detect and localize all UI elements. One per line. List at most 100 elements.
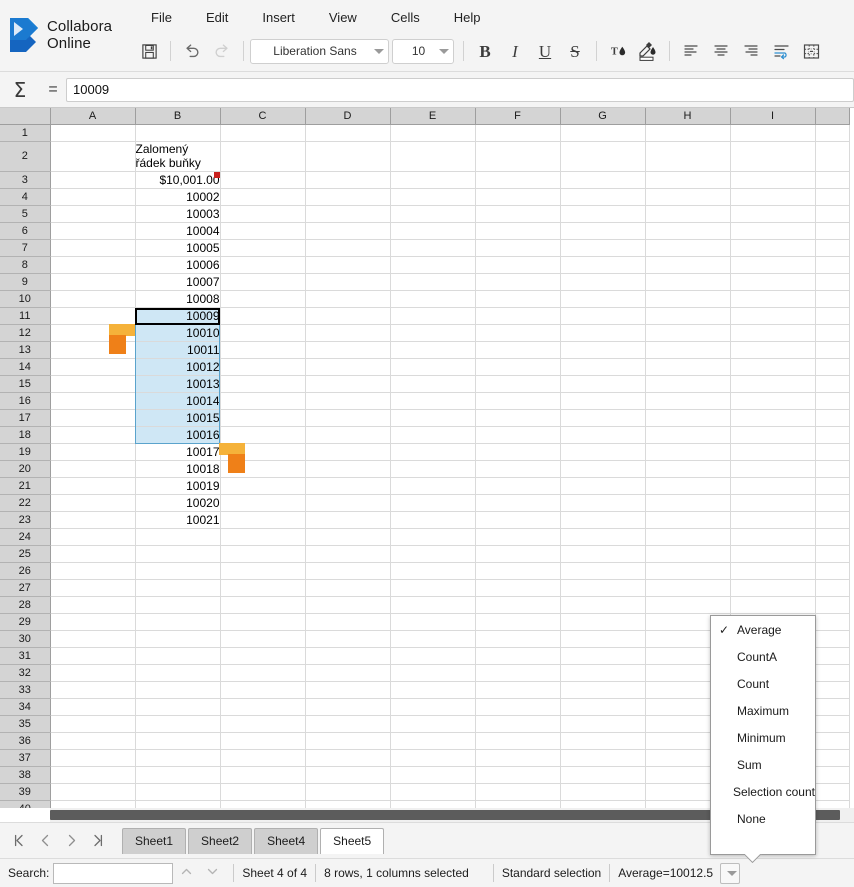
cell-C24[interactable] (220, 528, 306, 546)
cell-B17[interactable]: 10015 (135, 409, 221, 427)
cell-G25[interactable] (560, 545, 646, 563)
row-header-15[interactable]: 15 (0, 375, 51, 393)
cell-F4[interactable] (475, 188, 561, 206)
redo-button[interactable] (207, 36, 237, 66)
cell-F39[interactable] (475, 783, 561, 801)
row-header-30[interactable]: 30 (0, 630, 51, 648)
row-header-14[interactable]: 14 (0, 358, 51, 376)
cell-extra[interactable] (815, 749, 850, 767)
cell-B11[interactable]: 10009 (135, 307, 221, 325)
cell-H18[interactable] (645, 426, 731, 444)
cell-D2[interactable] (305, 141, 391, 172)
row-header-2[interactable]: 2 (0, 141, 51, 172)
cell-extra[interactable] (815, 545, 850, 563)
cell-D20[interactable] (305, 460, 391, 478)
menu-item-edit[interactable]: Edit (189, 8, 245, 27)
cell-H12[interactable] (645, 324, 731, 342)
selection-handle-bottom-right[interactable] (219, 443, 245, 477)
strikethrough-button[interactable]: S (560, 36, 590, 66)
cell-F16[interactable] (475, 392, 561, 410)
last-sheet-button[interactable] (84, 828, 110, 854)
cell-C28[interactable] (220, 596, 306, 614)
cell-D9[interactable] (305, 273, 391, 291)
cell-I4[interactable] (730, 188, 816, 206)
cell-E22[interactable] (390, 494, 476, 512)
cell-I27[interactable] (730, 579, 816, 597)
cell-extra[interactable] (815, 290, 850, 308)
cell-extra[interactable] (815, 392, 850, 410)
cell-G33[interactable] (560, 681, 646, 699)
cell-D14[interactable] (305, 358, 391, 376)
underline-button[interactable]: U (530, 36, 560, 66)
cell-F26[interactable] (475, 562, 561, 580)
cell-I6[interactable] (730, 222, 816, 240)
cell-F17[interactable] (475, 409, 561, 427)
cell-H10[interactable] (645, 290, 731, 308)
cell-I21[interactable] (730, 477, 816, 495)
cell-F40[interactable] (475, 800, 561, 808)
cell-B4[interactable]: 10002 (135, 188, 221, 206)
cell-I14[interactable] (730, 358, 816, 376)
column-header-I[interactable]: I (730, 108, 816, 125)
row-header-25[interactable]: 25 (0, 545, 51, 563)
cell-extra[interactable] (815, 358, 850, 376)
summary-menu-item-count[interactable]: Count (711, 670, 815, 697)
cell-A18[interactable] (50, 426, 136, 444)
cell-G6[interactable] (560, 222, 646, 240)
cell-extra[interactable] (815, 460, 850, 478)
cell-B27[interactable] (135, 579, 221, 597)
cell-D37[interactable] (305, 749, 391, 767)
cell-F30[interactable] (475, 630, 561, 648)
cell-C15[interactable] (220, 375, 306, 393)
cell-I11[interactable] (730, 307, 816, 325)
bold-button[interactable]: B (470, 36, 500, 66)
cell-F9[interactable] (475, 273, 561, 291)
cell-D1[interactable] (305, 124, 391, 142)
cell-extra[interactable] (815, 511, 850, 529)
cell-H4[interactable] (645, 188, 731, 206)
cell-G23[interactable] (560, 511, 646, 529)
cell-B10[interactable]: 10008 (135, 290, 221, 308)
cell-extra[interactable] (815, 596, 850, 614)
cell-E29[interactable] (390, 613, 476, 631)
cell-C29[interactable] (220, 613, 306, 631)
cell-C37[interactable] (220, 749, 306, 767)
cell-F7[interactable] (475, 239, 561, 257)
cell-E1[interactable] (390, 124, 476, 142)
first-sheet-button[interactable] (6, 828, 32, 854)
cell-B15[interactable]: 10013 (135, 375, 221, 393)
cell-B7[interactable]: 10005 (135, 239, 221, 257)
cell-H21[interactable] (645, 477, 731, 495)
cell-C6[interactable] (220, 222, 306, 240)
row-header-20[interactable]: 20 (0, 460, 51, 478)
cell-G34[interactable] (560, 698, 646, 716)
cell-F11[interactable] (475, 307, 561, 325)
cell-F3[interactable] (475, 171, 561, 189)
cell-G20[interactable] (560, 460, 646, 478)
cell-B8[interactable]: 10006 (135, 256, 221, 274)
cell-C16[interactable] (220, 392, 306, 410)
cell-D28[interactable] (305, 596, 391, 614)
cell-H17[interactable] (645, 409, 731, 427)
cell-F25[interactable] (475, 545, 561, 563)
cell-G35[interactable] (560, 715, 646, 733)
summary-menu-item-maximum[interactable]: Maximum (711, 697, 815, 724)
cell-A23[interactable] (50, 511, 136, 529)
cell-A38[interactable] (50, 766, 136, 784)
cell-B5[interactable]: 10003 (135, 205, 221, 223)
cell-extra[interactable] (815, 273, 850, 291)
row-header-24[interactable]: 24 (0, 528, 51, 546)
cell-C31[interactable] (220, 647, 306, 665)
align-center-button[interactable] (706, 36, 736, 66)
next-sheet-button[interactable] (58, 828, 84, 854)
row-header-11[interactable]: 11 (0, 307, 51, 325)
cell-E23[interactable] (390, 511, 476, 529)
summary-menu-item-counta[interactable]: CountA (711, 643, 815, 670)
sheet-tab-sheet4[interactable]: Sheet4 (254, 827, 319, 854)
column-header-extra[interactable] (815, 108, 850, 125)
cell-extra[interactable] (815, 141, 850, 172)
cell-G30[interactable] (560, 630, 646, 648)
cell-A20[interactable] (50, 460, 136, 478)
cell-E39[interactable] (390, 783, 476, 801)
cell-extra[interactable] (815, 124, 850, 142)
